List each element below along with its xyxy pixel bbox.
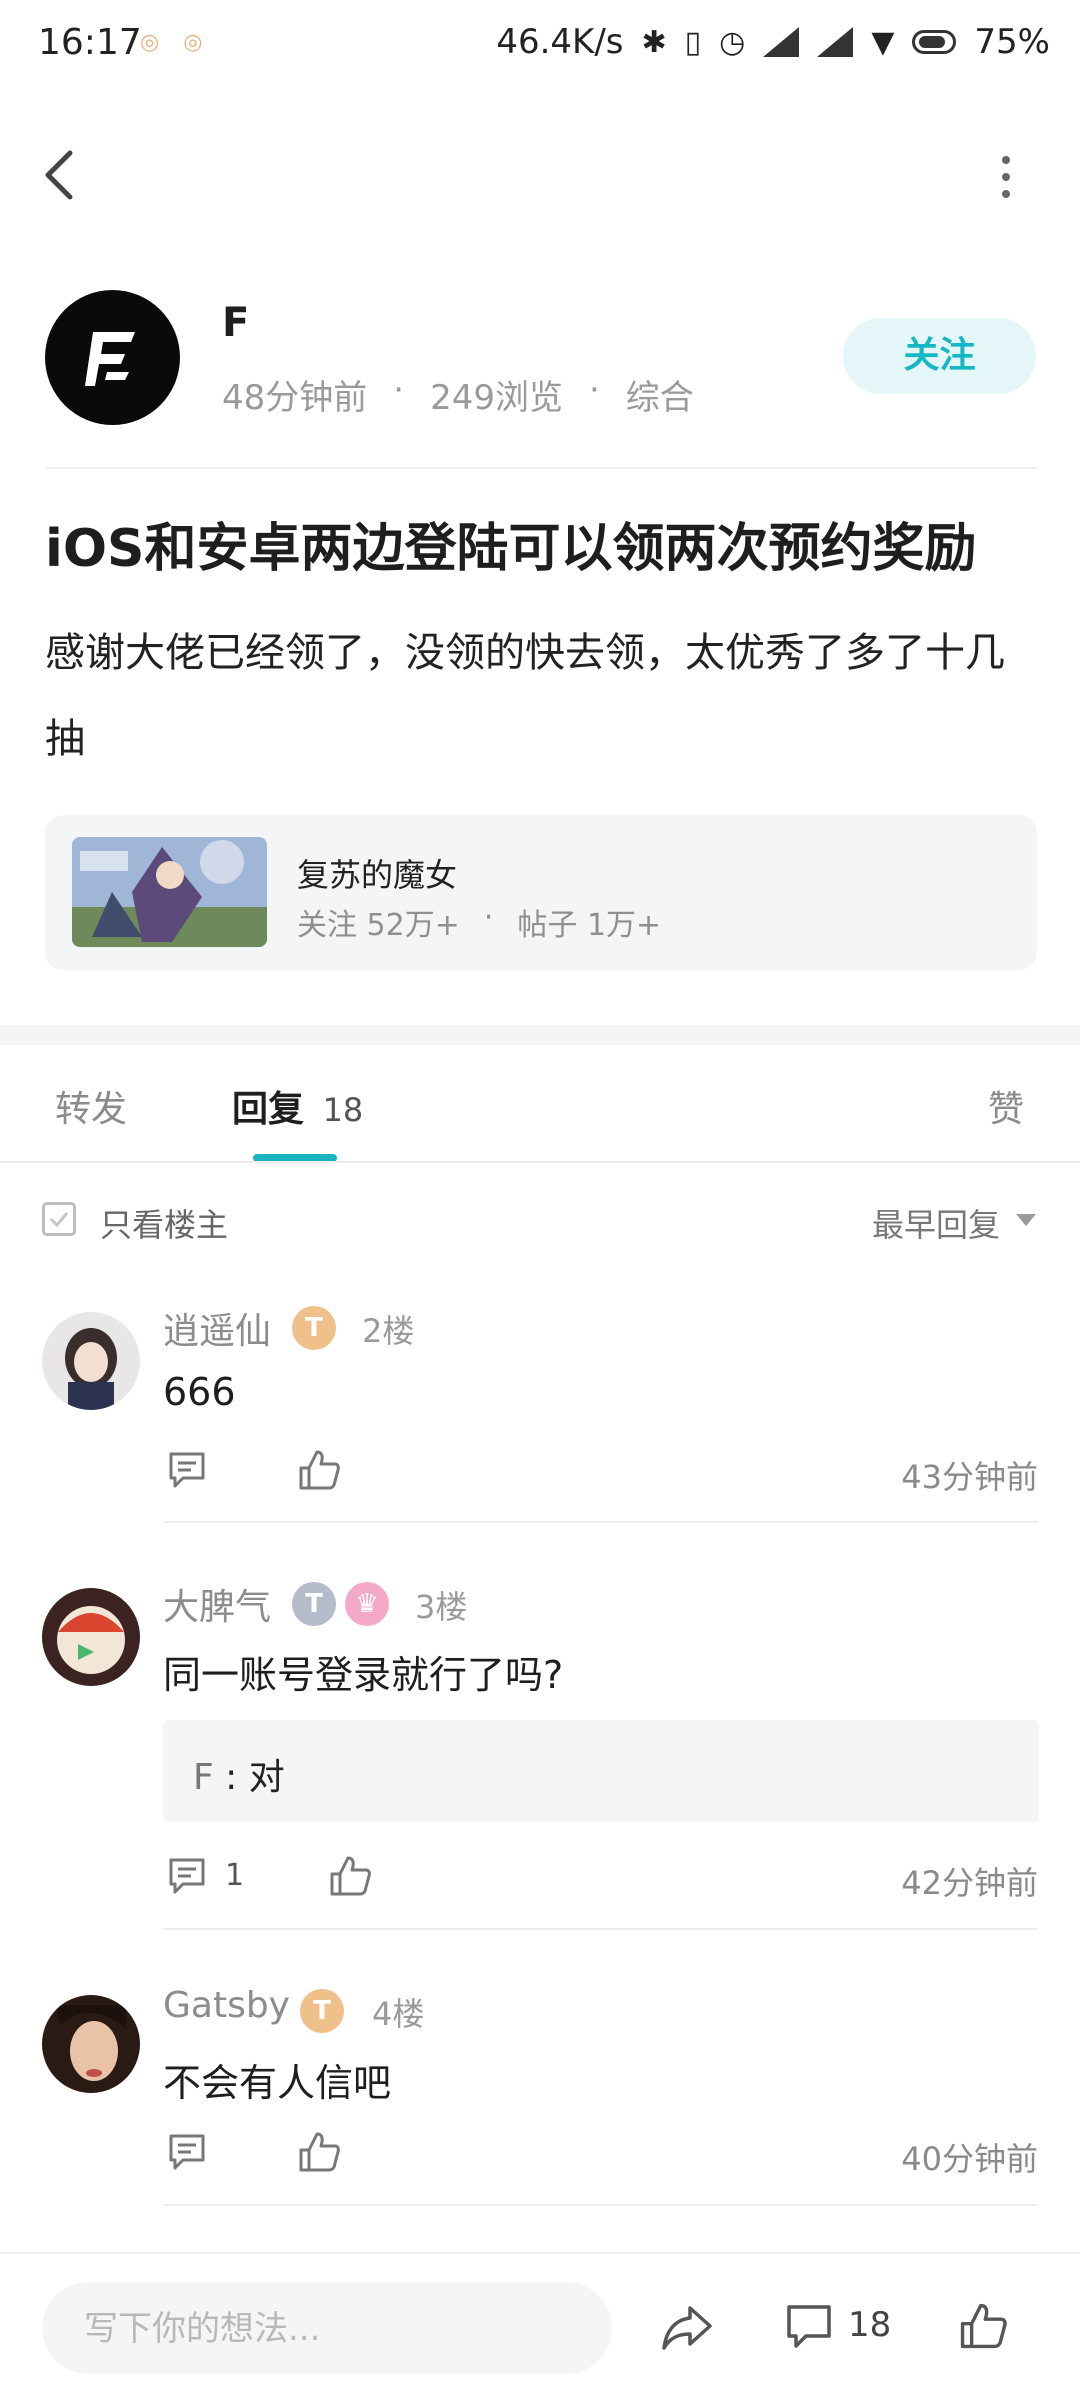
comment-time: 40分钟前 <box>901 2140 1038 2178</box>
commenter-name[interactable]: Gatsby <box>163 1985 290 2026</box>
divider <box>163 1928 1038 1930</box>
crown-badge-icon: ♛ <box>345 1582 389 1626</box>
commenter-name[interactable]: 大脾气 <box>163 1578 271 1630</box>
comment-text: 同一账号登录就行了吗? <box>163 1653 564 1697</box>
game-card[interactable]: 复苏的魔女 关注 52万+ · 帖子 1万+ <box>45 815 1037 970</box>
vibrate-icon: ▯ <box>684 24 702 60</box>
floor-number: 3楼 <box>415 1588 468 1626</box>
author-logo-icon <box>85 332 135 386</box>
divider <box>0 1161 1080 1163</box>
sub-reply-content: F : 对 <box>193 1748 285 1800</box>
sub-reply-author: F <box>193 1757 214 1798</box>
reply-icon[interactable] <box>165 1854 209 1898</box>
commenter-avatar[interactable] <box>42 1995 140 2093</box>
net-speed: 46.4K/s <box>496 22 624 62</box>
sub-reply[interactable]: F : 对 <box>163 1720 1039 1822</box>
divider <box>45 467 1037 469</box>
commenter-avatar[interactable] <box>42 1588 140 1686</box>
follow-button[interactable]: 关注 <box>843 318 1036 394</box>
floor-number: 4楼 <box>372 1995 425 2033</box>
battery-icon <box>912 30 957 54</box>
stats-separator: · <box>483 900 494 935</box>
level-badge: T <box>292 1582 336 1626</box>
divider <box>0 2252 1080 2254</box>
meta-separator: · <box>588 370 600 410</box>
tab-reply-label: 回复 <box>232 1089 305 1130</box>
tab-repost[interactable]: 转发 <box>55 1080 127 1132</box>
post-meta: 48分钟前 · 249浏览 · 综合 <box>222 370 694 419</box>
section-gap <box>0 1025 1080 1045</box>
sort-dropdown[interactable]: 最早回复 <box>872 1200 1000 1246</box>
comment-text: 666 <box>163 1370 236 1414</box>
divider <box>163 2204 1038 2206</box>
game-stats: 关注 52万+ · 帖子 1万+ <box>297 900 661 944</box>
post-views: 249浏览 <box>430 378 563 418</box>
tab-reply[interactable]: 回复 18 <box>232 1080 363 1132</box>
like-icon[interactable] <box>328 1854 372 1898</box>
comment-time: 42分钟前 <box>901 1864 1038 1902</box>
comment-input[interactable] <box>82 2282 586 2376</box>
game-name: 复苏的魔女 <box>297 856 458 894</box>
more-options-icon[interactable] <box>996 152 1016 202</box>
notification-icons: ◎◎ <box>140 30 227 55</box>
only-op-checkbox[interactable] <box>42 1202 76 1236</box>
divider <box>163 1521 1038 1523</box>
game-followers: 关注 52万+ <box>297 908 460 943</box>
like-icon[interactable] <box>297 1448 341 1492</box>
post-time: 48分钟前 <box>222 378 368 418</box>
like-icon[interactable] <box>958 2300 1008 2352</box>
game-posts: 帖子 1万+ <box>517 908 662 943</box>
commenter-name[interactable]: 逍遥仙 <box>163 1302 271 1354</box>
alarm-icon: ◷ <box>719 24 746 60</box>
author-avatar[interactable] <box>45 290 180 425</box>
comment-time: 43分钟前 <box>901 1458 1038 1496</box>
level-badge: T <box>292 1306 336 1350</box>
status-bar: 16:17 ◎◎ 46.4K/s ✱ ▯ ◷ ▼ 75% <box>0 0 1080 90</box>
post-body: 感谢大佬已经领了，没领的快去领，太优秀了多了十几抽 <box>45 630 1005 762</box>
sub-reply-text: 对 <box>248 1757 285 1798</box>
share-icon[interactable] <box>660 2302 714 2352</box>
status-right: 46.4K/s ✱ ▯ ◷ ▼ 75% <box>496 22 1050 62</box>
meta-separator: · <box>393 370 405 410</box>
comment-input-wrapper[interactable] <box>42 2282 612 2376</box>
reply-count: 1 <box>225 1858 245 1893</box>
level-badge: T <box>300 1989 344 2033</box>
comment-count: 18 <box>848 2305 892 2345</box>
wifi-icon: ▼ <box>871 24 895 60</box>
status-time: 16:17 <box>38 22 142 63</box>
author-name[interactable]: F <box>222 300 249 346</box>
caret-down-icon[interactable] <box>1016 1214 1036 1226</box>
post-title: iOS和安卓两边登陆可以领两次预约奖励 <box>45 519 977 579</box>
bluetooth-icon: ✱ <box>641 24 667 60</box>
check-icon <box>49 1212 69 1228</box>
reply-icon[interactable] <box>165 2130 209 2174</box>
tab-like[interactable]: 赞 <box>988 1080 1024 1132</box>
floor-number: 2楼 <box>362 1312 415 1350</box>
only-op-label[interactable]: 只看楼主 <box>100 1200 228 1246</box>
comment-text: 不会有人信吧 <box>163 2061 392 2105</box>
signal-icon-2 <box>817 27 854 57</box>
tab-reply-count: 18 <box>322 1091 364 1129</box>
like-icon[interactable] <box>297 2130 341 2174</box>
back-arrow-icon[interactable] <box>40 145 80 205</box>
sub-reply-colon: : <box>213 1757 249 1798</box>
post-category[interactable]: 综合 <box>626 370 694 419</box>
game-thumbnail <box>72 837 267 947</box>
commenter-avatar[interactable] <box>42 1312 140 1410</box>
comment-icon[interactable] <box>784 2302 834 2352</box>
reply-icon[interactable] <box>165 1448 209 1492</box>
signal-icon <box>763 27 800 57</box>
battery-level: 75% <box>974 22 1050 62</box>
